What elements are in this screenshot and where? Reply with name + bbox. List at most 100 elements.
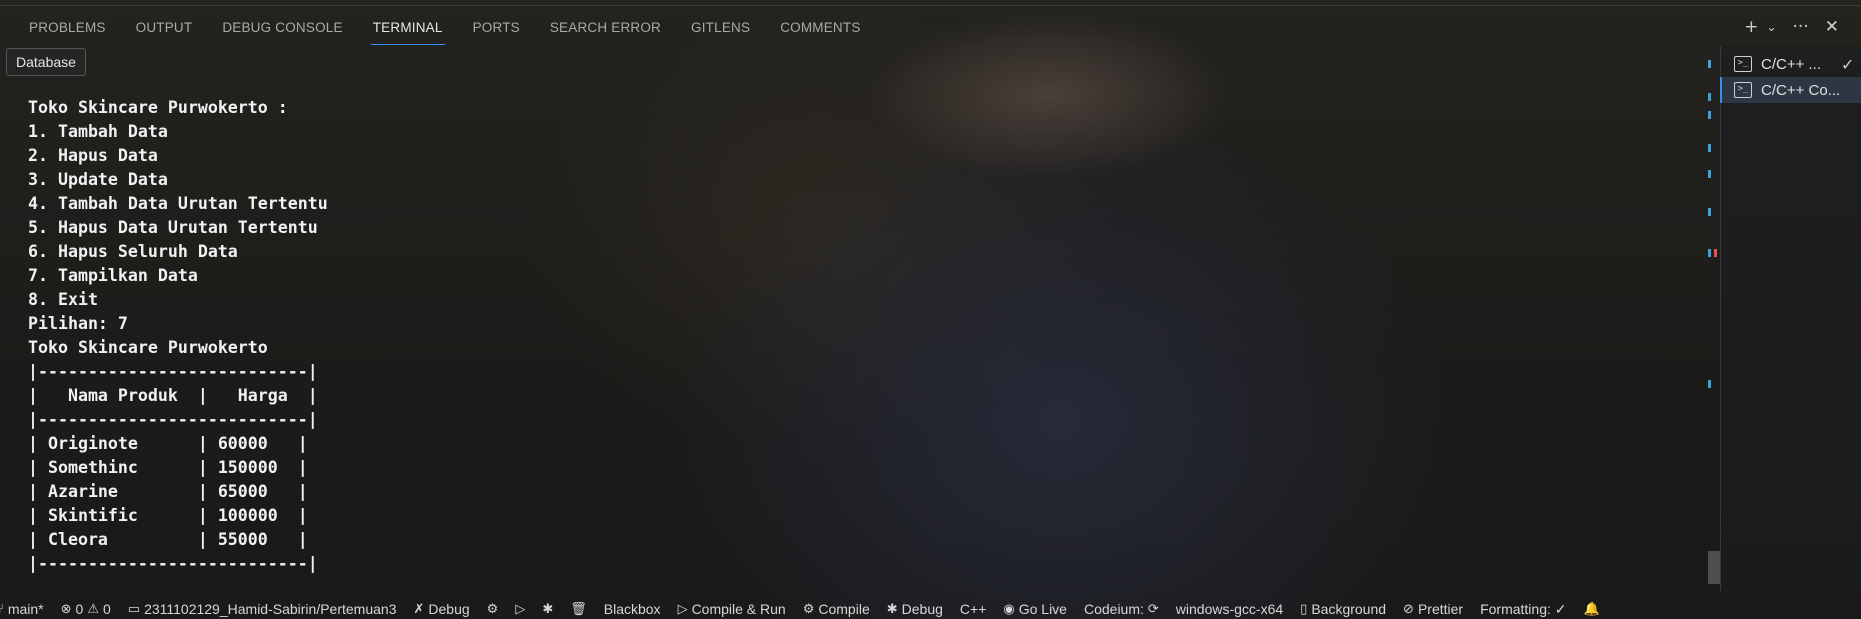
terminal-line: 5. Hapus Data Urutan Tertentu	[28, 218, 318, 237]
tools-icon: ✗	[413, 601, 425, 617]
debug2-status[interactable]: ✱ Debug	[887, 601, 943, 617]
blackbox-label: Blackbox	[603, 601, 661, 617]
tab-output[interactable]: OUTPUT	[121, 17, 208, 45]
broadcast-icon: ◉	[1003, 601, 1015, 617]
terminal-line: 4. Tambah Data Urutan Tertentu	[28, 194, 328, 213]
terminal-scrollbar-thumb[interactable]	[1708, 551, 1720, 584]
table-row: | Somethinc | 150000 |	[28, 458, 308, 477]
terminal-output[interactable]: Toko Skincare Purwokerto : 1. Tambah Data…	[28, 96, 328, 576]
compiler-status[interactable]: windows-gcc-x64	[1176, 601, 1283, 617]
notifications-status[interactable]: 🔔	[1584, 602, 1600, 617]
close-panel-icon[interactable]: ✕	[1821, 15, 1843, 39]
terminal-line: 1. Tambah Data	[28, 122, 168, 141]
settings-status[interactable]: ⚙	[487, 602, 499, 617]
check-icon: ✓	[1841, 54, 1855, 74]
background-label: Background	[1311, 601, 1387, 617]
error-count: 0	[75, 601, 84, 617]
formatting-label: Formatting: ✓	[1480, 600, 1567, 617]
folder-label: 2311102129_Hamid-Sabirin/Pertemuan3	[144, 601, 397, 617]
formatting-status[interactable]: Formatting: ✓	[1480, 601, 1566, 618]
terminal-line: Toko Skincare Purwokerto :	[28, 98, 288, 117]
panel-tab-bar: PROBLEMS OUTPUT DEBUG CONSOLE TERMINAL P…	[14, 17, 876, 45]
trash-icon: 🗑	[570, 601, 587, 617]
git-branch-icon: ⑂	[0, 602, 4, 617]
bug-status[interactable]: ✱	[542, 602, 553, 617]
folder-icon: ▭	[127, 601, 141, 617]
play-icon: ▷	[677, 601, 688, 617]
compile-status[interactable]: ⚙ Compile	[803, 601, 870, 617]
prettier-status[interactable]: ⊘ Prettier	[1403, 601, 1463, 617]
codeium-label: Codeium:	[1083, 601, 1144, 617]
codeium-status[interactable]: Codeium: ⟳	[1084, 601, 1159, 617]
table-border-line: |---------------------------|	[28, 410, 318, 429]
more-actions-icon[interactable]: ···	[1789, 15, 1813, 39]
new-terminal-icon[interactable]: +	[1740, 15, 1762, 39]
table-border-line: |---------------------------|	[28, 362, 318, 381]
terminal-line: 3. Update Data	[28, 170, 168, 189]
compiler-label: windows-gcc-x64	[1175, 601, 1284, 617]
ruler-error-marker	[1714, 249, 1717, 257]
chevron-down-icon[interactable]: ⌄	[1762, 18, 1780, 36]
table-row: | Originote | 60000 |	[28, 434, 308, 453]
background-status[interactable]: ▯ Background	[1300, 601, 1386, 617]
terminal-line: 2. Hapus Data	[28, 146, 158, 165]
ruler-marker	[1708, 60, 1711, 68]
tab-search-error[interactable]: SEARCH ERROR	[535, 17, 676, 45]
status-bar: ⑂main* ⊗0⚠0 ▭2311102129_Hamid-Sabirin/Pe…	[0, 599, 1861, 619]
run-status[interactable]: ▷	[515, 602, 525, 617]
bell-icon: 🔔	[1583, 601, 1600, 617]
gear-icon: ⚙	[486, 601, 499, 617]
tab-terminal[interactable]: TERMINAL	[358, 17, 458, 45]
trash-status[interactable]: 🗑	[570, 602, 587, 617]
ruler-marker	[1708, 93, 1711, 101]
table-row: | Azarine | 65000 |	[28, 482, 308, 501]
blackbox-status[interactable]: Blackbox	[604, 601, 661, 617]
terminal-icon: >_	[1734, 56, 1752, 72]
debug2-label: Debug	[901, 601, 943, 617]
tab-problems[interactable]: PROBLEMS	[14, 17, 121, 45]
tab-ports[interactable]: PORTS	[458, 17, 535, 45]
debug-label: Debug	[428, 601, 470, 617]
language-status[interactable]: C++	[960, 601, 986, 617]
terminal-line: 8. Exit	[28, 290, 98, 309]
terminal-list-sidebar: >_ C/C++ ... ✓ >_ C/C++ Co...	[1720, 46, 1861, 591]
tab-debug-console[interactable]: DEBUG CONSOLE	[207, 17, 357, 45]
warning-icon: ⚠	[87, 601, 99, 617]
bug-icon: ✱	[886, 601, 898, 617]
language-label: C++	[959, 601, 987, 617]
play-icon: ▷	[515, 601, 526, 617]
ruler-marker	[1708, 170, 1711, 178]
terminal-line: Toko Skincare Purwokerto	[28, 338, 268, 357]
error-icon: ⊗	[60, 601, 72, 617]
go-live-status[interactable]: ◉ Go Live	[1003, 601, 1067, 617]
ruler-marker	[1708, 111, 1711, 119]
tab-comments[interactable]: COMMENTS	[765, 17, 875, 45]
terminal-line: 7. Tampilkan Data	[28, 266, 198, 285]
debug-status[interactable]: ✗ Debug	[414, 601, 470, 617]
tab-gitlens[interactable]: GITLENS	[676, 17, 765, 45]
panel-actions: + ⌄ ··· ✕	[1740, 15, 1843, 39]
branch-status[interactable]: ⑂main*	[0, 601, 44, 617]
table-row: | Cleora | 55000 |	[28, 530, 308, 549]
bug-icon: ✱	[542, 601, 554, 617]
warning-count: 0	[102, 601, 111, 617]
compile-run-status[interactable]: ▷ Compile & Run	[678, 601, 786, 617]
prettier-label: Prettier	[1417, 601, 1464, 617]
gear-icon: ⚙	[802, 601, 815, 617]
overview-ruler	[1708, 46, 1717, 586]
problems-status[interactable]: ⊗ 0 ⚠ 0	[61, 601, 111, 617]
folder-status[interactable]: ▭ 2311102129_Hamid-Sabirin/Pertemuan3	[128, 601, 397, 617]
terminal-list-label: C/C++ Co...	[1761, 81, 1841, 99]
compile-label: Compile	[818, 601, 870, 617]
terminal-list-label: C/C++ ...	[1761, 55, 1822, 73]
go-live-label: Go Live	[1018, 601, 1067, 617]
table-header-line: | Nama Produk | Harga |	[28, 386, 318, 405]
ruler-marker	[1708, 380, 1711, 388]
branch-label: main*	[7, 601, 44, 617]
ruler-marker	[1708, 249, 1711, 257]
terminal-line: Pilihan: 7	[28, 314, 128, 333]
terminal-icon: >_	[1734, 82, 1752, 98]
terminal-list-item-selected[interactable]: >_ C/C++ Co...	[1720, 77, 1861, 103]
file-icon: ▯	[1300, 601, 1308, 617]
terminal-list-item[interactable]: >_ C/C++ ... ✓	[1720, 51, 1861, 77]
